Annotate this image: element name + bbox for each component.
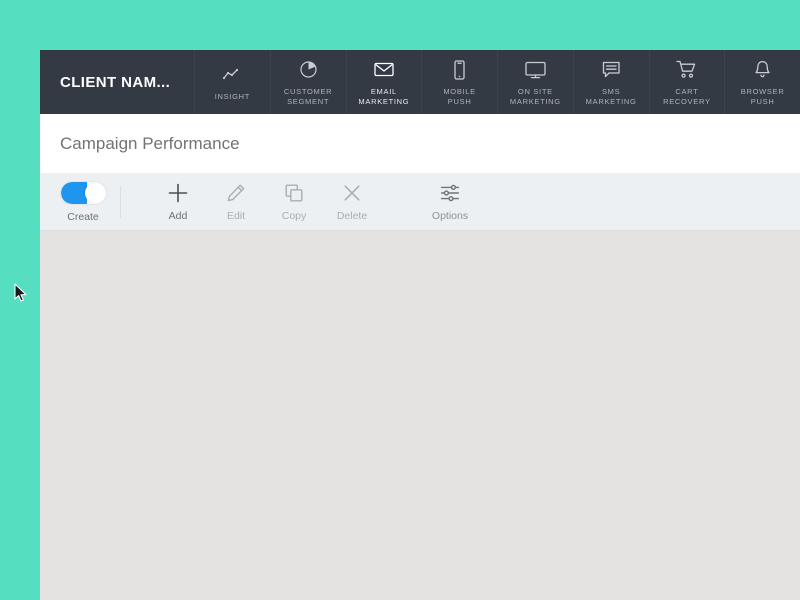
line-chart-icon — [222, 65, 242, 85]
nav-item-label: CART RECOVERY — [663, 86, 711, 106]
envelope-icon — [374, 60, 394, 80]
pie-chart-icon — [299, 60, 318, 80]
pencil-icon — [226, 181, 246, 205]
add-button[interactable]: Add — [149, 173, 207, 231]
nav-item-label: EMAIL MARKETING — [358, 86, 410, 106]
options-label: Options — [431, 210, 469, 222]
delete-label: Delete — [336, 210, 368, 222]
shopping-cart-icon — [676, 60, 697, 80]
edit-button[interactable]: Edit — [207, 173, 265, 231]
nav-item-label: MOBILE PUSH — [443, 86, 476, 106]
edit-label: Edit — [226, 210, 246, 222]
toolbar-divider — [120, 185, 121, 218]
nav-item-insight[interactable]: INSIGHT — [195, 50, 271, 114]
nav-item-label: INSIGHT — [214, 91, 251, 101]
options-button[interactable]: Options — [421, 173, 479, 231]
toggle-knob — [84, 182, 105, 203]
nav-item-label: SMS MARKETING — [585, 86, 637, 106]
nav-item-label: BROWSER PUSH — [740, 86, 785, 106]
sliders-icon — [440, 181, 460, 205]
nav-item-customer-segment[interactable]: CUSTOMER SEGMENT — [271, 50, 347, 114]
chat-bubble-icon — [602, 60, 621, 80]
copy-icon — [284, 181, 304, 205]
nav-item-mobile-push[interactable]: MOBILE PUSH — [422, 50, 498, 114]
nav-item-label: ON SITE MARKETING — [509, 86, 561, 106]
bell-icon — [754, 60, 771, 80]
nav-item-browser-push[interactable]: BROWSER PUSH — [725, 50, 800, 114]
top-navigation-bar: CLIENT NAM... INSIGHT CUSTOMER SEGMENT E… — [40, 50, 800, 114]
nav-item-sms-marketing[interactable]: SMS MARKETING — [574, 50, 650, 114]
app-window: CLIENT NAM... INSIGHT CUSTOMER SEGMENT E… — [40, 50, 800, 600]
monitor-icon — [525, 60, 546, 80]
nav-item-cart-recovery[interactable]: CART RECOVERY — [650, 50, 726, 114]
brand-logo[interactable]: CLIENT NAM... — [40, 50, 195, 114]
nav-item-label: CUSTOMER SEGMENT — [283, 86, 333, 106]
toolbar: Create Add Edit Copy Delete Options — [40, 173, 800, 231]
page-title-bar: Campaign Performance — [40, 114, 800, 173]
create-label: Create — [67, 210, 99, 223]
nav-item-email-marketing[interactable]: EMAIL MARKETING — [347, 50, 423, 114]
add-label: Add — [168, 210, 188, 222]
nav-items-container: INSIGHT CUSTOMER SEGMENT EMAIL MARKETING… — [195, 50, 800, 114]
copy-button[interactable]: Copy — [265, 173, 323, 231]
create-toggle[interactable]: Create — [54, 173, 112, 231]
brand-title: CLIENT NAM... — [60, 73, 171, 91]
nav-item-on-site-marketing[interactable]: ON SITE MARKETING — [498, 50, 574, 114]
close-x-icon — [342, 181, 362, 205]
toggle-fill — [60, 181, 87, 204]
mobile-phone-icon — [453, 59, 466, 80]
page-title: Campaign Performance — [60, 133, 240, 153]
delete-button[interactable]: Delete — [323, 173, 381, 231]
content-area — [40, 231, 800, 600]
toggle-switch-icon[interactable] — [59, 180, 107, 205]
arrow-pointer-icon — [14, 283, 28, 303]
plus-icon — [167, 181, 189, 205]
copy-label: Copy — [281, 210, 307, 222]
